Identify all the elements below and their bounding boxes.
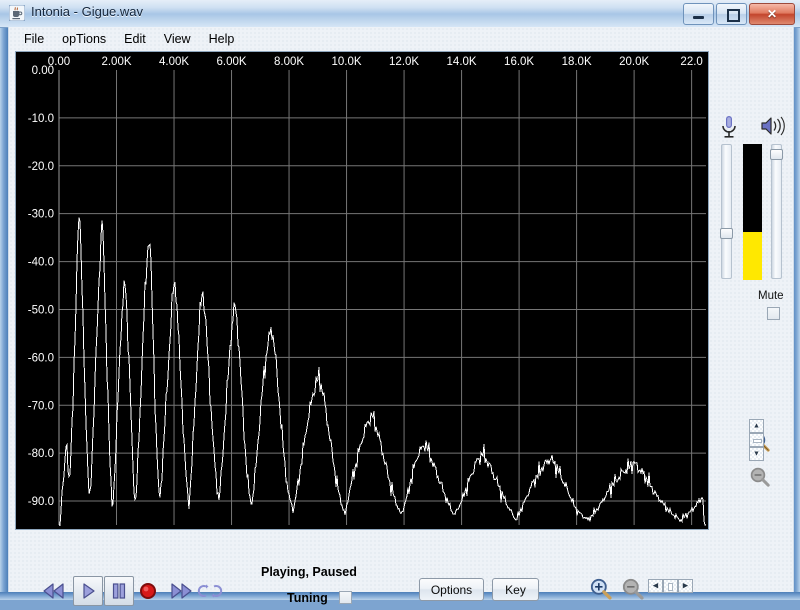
svg-text:-50.0: -50.0: [28, 304, 54, 316]
zoom-out-icon: [750, 467, 770, 487]
svg-text:2.00K: 2.00K: [101, 56, 131, 68]
svg-text:20.0K: 20.0K: [619, 56, 649, 68]
loop-button[interactable]: [197, 581, 223, 601]
svg-text:12.0K: 12.0K: [389, 56, 419, 68]
zoom-out-button-bottom: [622, 578, 644, 600]
vu-meter-level: [743, 232, 762, 280]
stepper-right-icon: ▶: [682, 582, 689, 590]
key-button[interactable]: Key: [492, 578, 539, 601]
microphone-icon: [722, 116, 736, 138]
menu-edit[interactable]: Edit: [115, 29, 155, 49]
svg-text:22.0: 22.0: [680, 56, 702, 68]
close-button[interactable]: ✕: [749, 3, 795, 25]
stepper-track[interactable]: [749, 433, 764, 447]
svg-text:16.0K: 16.0K: [504, 56, 534, 68]
microphone-volume-slider[interactable]: [720, 144, 733, 279]
stepper-up-button[interactable]: ▲: [749, 419, 764, 433]
stepper-handle-horizontal[interactable]: [668, 583, 673, 591]
svg-text:-20.0: -20.0: [28, 161, 54, 173]
svg-text:-40.0: -40.0: [28, 257, 54, 269]
bottom-toolbar: Playing, Paused Tuning Options Key ◀ ▶: [9, 533, 793, 606]
stepper-up-icon: ▲: [753, 422, 760, 430]
vu-meter: [743, 144, 762, 280]
plot-canvas: 0.00 2.00K 4.00K 6.00K 8.00K 10.0K 12.0K 14.0K 1…: [16, 52, 708, 529]
application-window: Intonia - Gigue.wav ✕ File opTions Edit …: [0, 0, 800, 606]
mute-checkbox[interactable]: [767, 307, 780, 320]
svg-text:18.0K: 18.0K: [562, 56, 592, 68]
svg-text:14.0K: 14.0K: [447, 56, 477, 68]
java-cup-icon: [9, 5, 25, 21]
vertical-scale-stepper[interactable]: ▲ ▼: [749, 419, 764, 461]
svg-text:10.0K: 10.0K: [332, 56, 362, 68]
options-button[interactable]: Options: [419, 578, 484, 601]
speaker-volume-slider[interactable]: [770, 144, 783, 279]
stepper-handle[interactable]: [753, 439, 762, 443]
client-area: File opTions Edit View Help 0.00 2.00K 4.0…: [8, 27, 794, 606]
microphone-slider-thumb[interactable]: [720, 227, 733, 239]
speaker-icon: [761, 116, 785, 136]
svg-text:-70.0: -70.0: [28, 400, 54, 412]
stepper-right-button[interactable]: ▶: [678, 579, 693, 593]
window-title: Intonia - Gigue.wav: [31, 4, 144, 19]
svg-text:0.00: 0.00: [32, 65, 54, 77]
svg-text:-30.0: -30.0: [28, 209, 54, 221]
zoom-in-button-bottom[interactable]: [589, 577, 613, 601]
record-button[interactable]: [138, 581, 158, 601]
menu-bar: File opTions Edit View Help: [9, 27, 793, 50]
maximize-icon: [727, 9, 740, 22]
play-icon: [83, 583, 95, 599]
svg-text:-90.0: -90.0: [28, 496, 54, 508]
window-border-left: [0, 0, 8, 600]
svg-text:-10.0: -10.0: [28, 113, 54, 125]
svg-text:-60.0: -60.0: [28, 352, 54, 364]
stepper-down-icon: ▼: [753, 450, 760, 458]
audio-control-panel: Mute ▲ ▼: [711, 51, 793, 530]
stepper-track-horizontal[interactable]: [663, 579, 678, 593]
spectrum-plot[interactable]: 0.00 2.00K 4.00K 6.00K 8.00K 10.0K 12.0K 14.0K 1…: [15, 51, 709, 530]
spectrum-chart-svg: 0.00 2.00K 4.00K 6.00K 8.00K 10.0K 12.0K 14.0K 1…: [16, 52, 708, 529]
svg-text:6.00K: 6.00K: [217, 56, 247, 68]
horizontal-scroll-stepper[interactable]: ◀ ▶: [648, 579, 693, 593]
svg-text:-80.0: -80.0: [28, 448, 54, 460]
stepper-down-button[interactable]: ▼: [749, 447, 764, 461]
pause-icon: [112, 583, 126, 599]
title-bar[interactable]: Intonia - Gigue.wav ✕: [0, 0, 800, 28]
speaker-slider-thumb[interactable]: [770, 148, 783, 160]
play-button[interactable]: [73, 576, 103, 606]
close-icon: ✕: [766, 7, 778, 21]
playback-status: Playing, Paused: [261, 565, 357, 579]
stepper-left-icon: ◀: [652, 582, 659, 590]
maximize-button[interactable]: [716, 3, 747, 25]
svg-text:8.00K: 8.00K: [274, 56, 304, 68]
stepper-left-button[interactable]: ◀: [648, 579, 663, 593]
menu-options[interactable]: opTions: [53, 29, 115, 49]
tuning-label: Tuning: [287, 591, 328, 605]
window-controls: ✕: [683, 3, 795, 25]
menu-help[interactable]: Help: [200, 29, 244, 49]
mute-label: Mute: [758, 290, 784, 302]
minimize-button[interactable]: [683, 3, 714, 25]
pause-button[interactable]: [104, 576, 134, 606]
minimize-icon: [693, 16, 704, 19]
fast-forward-button[interactable]: [166, 580, 196, 602]
rewind-button[interactable]: [39, 580, 69, 602]
svg-text:4.00K: 4.00K: [159, 56, 189, 68]
menu-view[interactable]: View: [155, 29, 200, 49]
menu-file[interactable]: File: [15, 29, 53, 49]
tuning-checkbox[interactable]: [339, 591, 352, 604]
